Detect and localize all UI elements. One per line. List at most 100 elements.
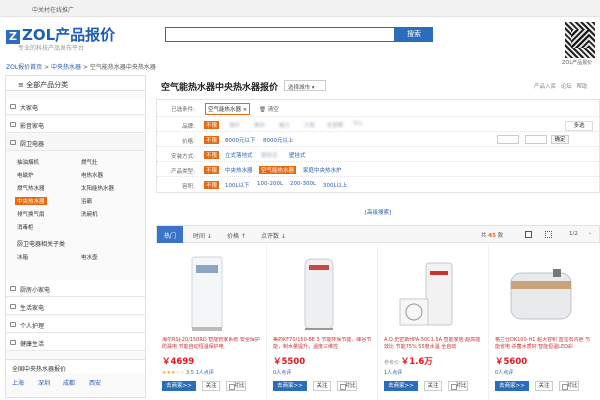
sidebar-item-health[interactable]: 健康生活 (6, 334, 145, 351)
compare-checkbox[interactable]: 对比 (337, 381, 357, 391)
review-count-link[interactable]: 0人点评 (495, 370, 513, 376)
product-image[interactable] (398, 255, 463, 333)
sidebar-item-personal-care[interactable]: 个人护理 (6, 316, 145, 333)
sidebar-item-life[interactable]: 生活家电 (6, 298, 145, 315)
install-any[interactable]: 不限 (204, 151, 220, 159)
type-option-selected[interactable]: 空气能热水器 (259, 166, 297, 174)
brand-option[interactable]: 美的 (254, 121, 265, 129)
top-links[interactable]: 产品入库 论坛 帮助 (534, 82, 588, 90)
tab-time[interactable]: 时间 ↓ (193, 226, 212, 243)
install-option[interactable]: 立式落地式 (225, 151, 253, 159)
sub-item[interactable]: 洗碗机 (81, 210, 98, 218)
brand-option[interactable]: 史密斯 (327, 121, 344, 129)
promo-text[interactable]: 中关村在线推广 (32, 5, 74, 14)
product-image[interactable] (509, 255, 574, 333)
product-image[interactable] (176, 255, 241, 333)
product-name[interactable]: 格兰仕DK100-H1 超大容积 蓝宝石内胆 节能省电 杀菌水质好 智能恒温LE… (495, 337, 595, 351)
sidebar-item-kitchen-bath[interactable]: 厨卫电器 (6, 134, 145, 151)
city-link[interactable]: 西安 (89, 378, 101, 387)
brand-option[interactable]: 万和 (304, 121, 315, 129)
review-count-link[interactable]: 0人点评 (273, 370, 291, 376)
compare-checkbox[interactable]: 对比 (226, 381, 246, 391)
price-max-input[interactable] (525, 135, 547, 144)
sub-item[interactable]: 燃气热水器 (17, 184, 45, 192)
product-image[interactable] (287, 255, 352, 333)
breadcrumb-home[interactable]: ZOL报价首页 (6, 64, 42, 71)
price-confirm-button[interactable]: 确定 (551, 135, 569, 144)
category-sidebar: ≡ 全部产品分类 大家电 影音家电 厨卫电器 抽油烟机 燃气灶 电磁炉 电热水器… (5, 75, 146, 398)
search-input[interactable] (165, 27, 395, 42)
sub-item[interactable]: 消毒柜 (17, 223, 34, 231)
price-option[interactable]: 8000元以上 (263, 136, 294, 144)
city-link[interactable]: 上海 (12, 378, 24, 387)
install-option[interactable]: 壁挂式 (289, 151, 306, 159)
clear-filters[interactable]: 🗑 清空 (259, 105, 279, 113)
sub-item-selected[interactable]: 中央热水器 (15, 197, 47, 205)
sub-item[interactable]: 抽油烟机 (17, 158, 39, 166)
compare-checkbox[interactable]: 对比 (448, 381, 468, 391)
type-any[interactable]: 不限 (204, 166, 220, 174)
product-card[interactable]: 格兰仕DK100-H1 超大容积 蓝宝石内胆 节能省电 杀菌水质好 智能恒温LE… (489, 245, 600, 400)
go-merchant-button[interactable]: 去商家>> (384, 381, 418, 391)
product-name[interactable]: A.O.史密斯HPA-50C1.5A 智能家居 超高能效比 节能75% 55度水… (384, 337, 484, 351)
multi-select-button[interactable]: 多选 (565, 121, 593, 131)
tab-reviews[interactable]: 点评数 ↓ (261, 226, 286, 243)
price-min-input[interactable] (497, 135, 519, 144)
go-merchant-button[interactable]: 去商家>> (162, 381, 196, 391)
go-merchant-button[interactable]: 去商家>> (495, 381, 529, 391)
site-logo[interactable]: Z ZOL产品报价 (6, 24, 115, 45)
sub-item[interactable]: 浴霸 (81, 197, 92, 205)
sidebar-item-av[interactable]: 影音家电 (6, 116, 145, 133)
linked-sub-item[interactable]: 电水壶 (81, 253, 98, 261)
city-select[interactable]: 选择城市 ▾ (284, 80, 326, 91)
review-count-link[interactable]: 1人点评 (196, 370, 214, 376)
sidebar-item-major-appliances[interactable]: 大家电 (6, 98, 145, 115)
brand-option[interactable]: 格力 (279, 121, 290, 129)
capacity-option[interactable]: 300L以上 (323, 181, 348, 189)
linked-sub-item[interactable]: 冰箱 (17, 253, 28, 261)
sidebar-item-kitchen-small[interactable]: 厨房小家电 (6, 280, 145, 297)
next-page-icon[interactable]: › (589, 231, 591, 237)
selected-chip[interactable]: 空气能热水器 × (205, 103, 251, 115)
city-link[interactable]: 成都 (63, 378, 75, 387)
install-option[interactable]: 壁挂式 (261, 151, 278, 159)
price-any[interactable]: 不限 (204, 136, 220, 144)
capacity-any[interactable]: 不限 (204, 181, 220, 189)
brand-any[interactable]: 不限 (204, 121, 220, 129)
price-option[interactable]: 8000元以下 (225, 136, 256, 144)
sub-item[interactable]: 燃气灶 (81, 158, 98, 166)
sub-item[interactable]: 太阳能热水器 (81, 184, 114, 192)
product-name[interactable]: 海尔RSJ-20/150RD 智能管家系统 安全保护防漏电 节能自动恒温保护电 (162, 337, 262, 351)
city-link[interactable]: 深圳 (38, 378, 50, 387)
breadcrumb-level2[interactable]: 中央热水器 (51, 64, 81, 71)
type-option[interactable]: 家庭中央热水炉 (303, 166, 342, 174)
follow-button[interactable]: 关注 (202, 381, 220, 391)
follow-button[interactable]: 关注 (424, 381, 442, 391)
advanced-search-link[interactable]: [高级搜索] (156, 208, 600, 216)
capacity-option[interactable]: 100-200L (257, 181, 283, 187)
review-count-link[interactable]: 1人点评 (384, 370, 402, 376)
product-card[interactable]: A.O.史密斯HPA-50C1.5A 智能家居 超高能效比 节能75% 55度水… (378, 245, 489, 400)
follow-button[interactable]: 关注 (313, 381, 331, 391)
capacity-option[interactable]: 200-300L (290, 181, 316, 187)
brand-option[interactable]: TCL (353, 121, 363, 127)
tab-hot[interactable]: 热门 (157, 226, 183, 243)
brand-option[interactable]: 海尔 (229, 121, 240, 129)
search-button[interactable]: 搜索 (395, 27, 433, 42)
capacity-option[interactable]: 100L以下 (225, 181, 250, 189)
list-view-icon[interactable] (545, 231, 552, 238)
sub-item[interactable]: 排气换气扇 (17, 210, 45, 218)
product-card[interactable]: 海尔RSJ-20/150RD 智能管家系统 安全保护防漏电 节能自动恒温保护电 … (156, 245, 267, 400)
tab-price[interactable]: 价格 ↑ (227, 226, 246, 243)
product-card[interactable]: 美的KF70/150-BE 3 节能环保节能、峰谷节能，制水量提升，温度三维控 … (267, 245, 378, 400)
type-option[interactable]: 中央热水器 (225, 166, 253, 174)
go-merchant-button[interactable]: 去商家>> (273, 381, 307, 391)
product-name[interactable]: 美的KF70/150-BE 3 节能环保节能、峰谷节能，制水量提升，温度三维控 (273, 337, 373, 351)
all-categories-header[interactable]: ≡ 全部产品分类 (6, 76, 145, 91)
sub-item[interactable]: 电磁炉 (17, 171, 34, 179)
compare-checkbox[interactable]: 对比 (559, 381, 579, 391)
sidebar-item-label: 个人护理 (20, 323, 45, 330)
grid-view-icon[interactable] (525, 231, 532, 238)
follow-button[interactable]: 关注 (535, 381, 553, 391)
sub-item[interactable]: 电热水器 (81, 171, 103, 179)
